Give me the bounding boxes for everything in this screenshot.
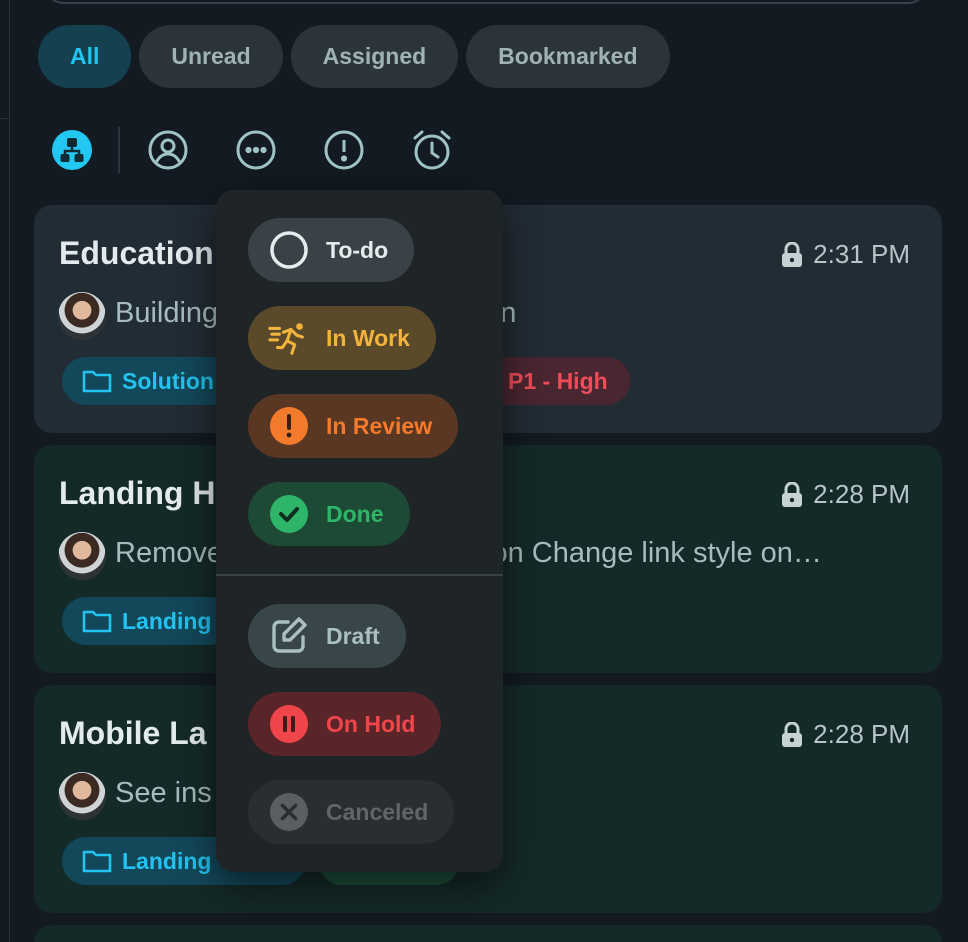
alert-circle-icon[interactable] xyxy=(322,128,366,172)
card-time: 2:28 PM xyxy=(781,719,910,750)
lock-icon xyxy=(782,241,803,267)
left-panel-edge xyxy=(0,0,10,942)
lock-icon xyxy=(782,721,803,747)
conversation-card[interactable] xyxy=(34,925,942,942)
project-tag[interactable]: Solution xyxy=(62,357,236,405)
check-circle-icon xyxy=(270,495,308,533)
status-option-todo[interactable]: To-do xyxy=(248,218,415,282)
user-circle-icon[interactable] xyxy=(146,128,190,172)
status-option-draft[interactable]: Draft xyxy=(248,604,406,668)
card-title: Landing H xyxy=(59,475,216,511)
status-dropdown: To-do In Work In Review Done Draft On Ho… xyxy=(216,190,503,872)
filter-unread[interactable]: Unread xyxy=(139,25,283,88)
edit-square-icon xyxy=(272,617,307,653)
toolbar-divider xyxy=(118,127,120,173)
empty-circle-icon xyxy=(270,231,308,269)
folder-icon xyxy=(82,370,112,393)
time-label: 2:28 PM xyxy=(813,719,910,749)
x-circle-icon xyxy=(270,793,308,831)
card-title: Mobile La xyxy=(59,715,207,751)
folder-icon xyxy=(82,610,112,633)
org-chart-icon[interactable] xyxy=(50,128,94,172)
filter-assigned[interactable]: Assigned xyxy=(290,25,459,88)
filter-bookmarked[interactable]: Bookmarked xyxy=(466,25,670,88)
project-tag[interactable]: Landing xyxy=(62,597,234,645)
more-horizontal-icon[interactable] xyxy=(234,128,278,172)
filter-tabs: All Unread Assigned Bookmarked xyxy=(38,25,670,88)
card-time: 2:31 PM xyxy=(781,239,910,270)
view-toolbar xyxy=(50,126,454,174)
pause-circle-icon xyxy=(270,705,308,743)
status-option-in-review[interactable]: In Review xyxy=(248,394,459,458)
card-title: Education xyxy=(59,235,214,271)
status-option-on-hold[interactable]: On Hold xyxy=(248,692,442,756)
running-person-icon xyxy=(268,323,304,355)
alert-circle-filled-icon xyxy=(270,407,308,445)
alarm-clock-icon[interactable] xyxy=(410,128,454,172)
status-option-done[interactable]: Done xyxy=(248,482,410,546)
status-option-canceled[interactable]: Canceled xyxy=(248,780,455,844)
card-time: 2:28 PM xyxy=(781,479,910,510)
search-bar[interactable] xyxy=(44,0,928,4)
dropdown-divider xyxy=(216,574,503,576)
avatar xyxy=(58,772,106,820)
avatar xyxy=(58,292,106,340)
folder-icon xyxy=(82,850,112,873)
filter-all[interactable]: All xyxy=(38,25,132,88)
time-label: 2:28 PM xyxy=(813,479,910,509)
time-label: 2:31 PM xyxy=(813,239,910,269)
lock-icon xyxy=(782,481,803,507)
card-preview: See ins xyxy=(115,777,212,809)
avatar xyxy=(58,532,106,580)
status-option-in-work[interactable]: In Work xyxy=(248,306,436,370)
